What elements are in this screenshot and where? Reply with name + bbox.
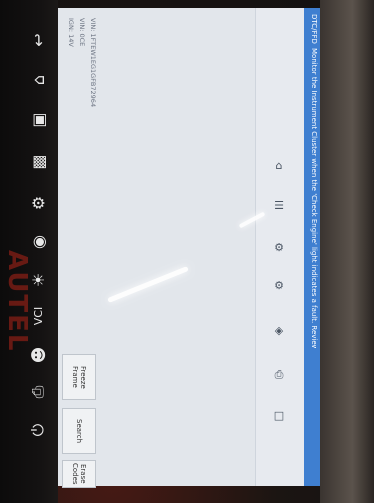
brightness-icon[interactable]: ☀ — [28, 270, 48, 290]
print-icon[interactable]: ⎙ — [28, 382, 48, 402]
left-bezel: AUTEL ↩ ⌂ ▣ ▩ ⚙ ◉ ☀ VCI ☻ ⎙ ⏻ — [0, 0, 58, 503]
gear-icon[interactable]: ⚙ — [272, 240, 286, 254]
home-icon[interactable]: ⌂ — [272, 158, 286, 172]
right-bezel — [320, 0, 374, 503]
user-icon[interactable]: ☻ — [28, 345, 48, 365]
erase-codes-button[interactable]: Erase Codes — [62, 460, 96, 488]
vehicle-info-line3: IGN: 14V — [67, 18, 75, 47]
vci-icon[interactable]: VCI — [28, 306, 48, 326]
search-button[interactable]: Search — [62, 408, 96, 454]
power-icon[interactable]: ⏻ — [28, 420, 48, 440]
page-title: DTC/FFD — [310, 14, 318, 44]
menu-icon[interactable]: ☰ — [272, 198, 286, 212]
camera-icon[interactable]: ◉ — [28, 232, 48, 252]
vehicle-info: VIN: 1FTEW1EG1GFB72964 VIN: 0CE IGN: 14V — [64, 18, 98, 168]
settings-icon[interactable]: ⚙ — [272, 278, 286, 292]
grid-icon[interactable]: ▩ — [28, 152, 48, 172]
save-icon[interactable]: □ — [272, 408, 286, 422]
info-banner: Monitor the Instrument Cluster when the … — [304, 8, 320, 486]
settings-icon[interactable]: ⚙ — [28, 193, 48, 213]
toolbar: ⌂ ☰ ⚙ ⚙ ◈ ⎙ □ — [255, 8, 304, 486]
photo-background: AUTEL ↩ ⌂ ▣ ▩ ⚙ ◉ ☀ VCI ☻ ⎙ ⏻ VIN: 1FTEW… — [0, 0, 374, 503]
car-icon[interactable]: ▣ — [28, 110, 48, 130]
freeze-frame-button[interactable]: Freeze Frame — [62, 354, 96, 400]
banner-message: Monitor the Instrument Cluster when the … — [310, 48, 318, 348]
globe-icon[interactable]: ◈ — [272, 323, 286, 337]
home-icon[interactable]: ⌂ — [28, 70, 48, 90]
vehicle-info-line2: VIN: 0CE — [78, 18, 86, 47]
content-area: VIN: 1FTEW1EG1GFB72964 VIN: 0CE IGN: 14V… — [58, 8, 256, 488]
print-icon[interactable]: ⎙ — [272, 368, 286, 382]
vin-text: VIN: 1FTEW1EG1GFB72964 — [89, 18, 97, 108]
back-icon[interactable]: ↩ — [28, 30, 48, 50]
diagnostic-screen: VIN: 1FTEW1EG1GFB72964 VIN: 0CE IGN: 14V… — [58, 8, 320, 488]
